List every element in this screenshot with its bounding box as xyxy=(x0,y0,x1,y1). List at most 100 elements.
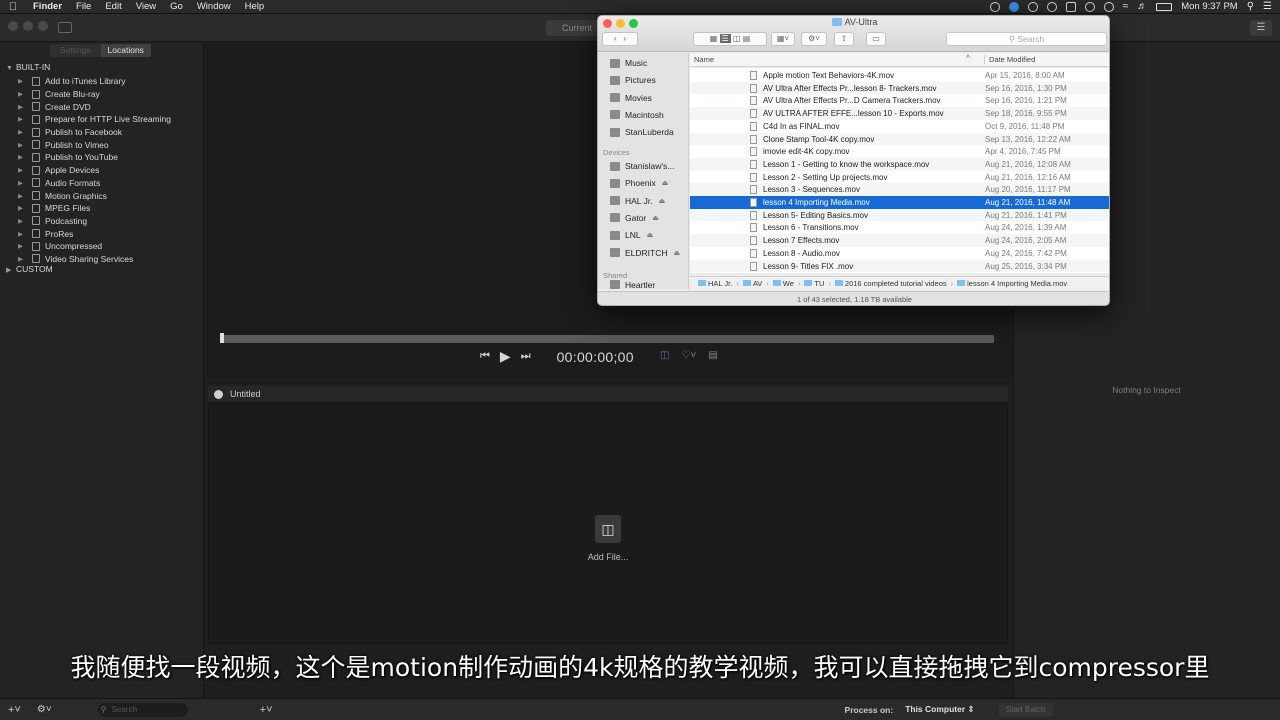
location-item[interactable]: ▶ Publish to Facebook xyxy=(18,126,204,139)
clock[interactable]: Mon 9:37 PM xyxy=(1181,1,1238,12)
action-gear-icon[interactable]: ⚙˅ xyxy=(801,32,827,46)
finder-titlebar[interactable]: AV-Ultra ‹ › ▦ ☰ ◫ ▤ ▦˅ ⚙˅ ⇧ ▭ ⚲ Search xyxy=(598,16,1109,52)
record-status-icon[interactable] xyxy=(1027,1,1038,12)
path-segment[interactable]: We xyxy=(772,279,794,288)
finder-sidebar-device[interactable]: Gator ⏏ xyxy=(610,211,659,225)
location-item[interactable]: ▶ Publish to Vimeo xyxy=(18,138,204,151)
file-row[interactable]: Lesson 3 - Sequences.mov Aug 20, 2016, 11… xyxy=(690,183,1109,196)
menu-file[interactable]: File xyxy=(69,1,98,12)
file-row[interactable]: AV Ultra After Effects Pr...lesson 8- Tr… xyxy=(690,81,1109,95)
disclosure-closed-icon[interactable]: ▶ xyxy=(18,153,32,161)
timeline-scrubber[interactable] xyxy=(220,335,994,343)
close-window-button[interactable] xyxy=(8,21,18,31)
menu-window[interactable]: Window xyxy=(190,1,238,12)
sidebar-toggle-icon[interactable] xyxy=(58,22,72,33)
disclosure-closed-icon[interactable]: ▶ xyxy=(18,217,32,225)
disclosure-closed-icon[interactable]: ▶ xyxy=(6,266,16,274)
finder-search-input[interactable]: ⚲ Search xyxy=(946,32,1107,46)
finder-sidebar-favorite[interactable]: StanLuberda xyxy=(610,125,674,139)
gear-status-icon[interactable] xyxy=(989,1,1000,12)
location-item[interactable]: ▶ Create DVD xyxy=(18,100,204,113)
back-forward-buttons[interactable]: ‹ › xyxy=(602,32,638,46)
disclosure-closed-icon[interactable]: ▶ xyxy=(18,90,32,98)
file-row[interactable]: Lesson 1 - Getting to know the workspace… xyxy=(690,157,1109,171)
file-row[interactable]: imovie edit-4K copy.mov Apr 4, 2016, 7:45… xyxy=(690,145,1109,158)
menu-edit[interactable]: Edit xyxy=(98,1,128,12)
back-icon[interactable]: ‹ xyxy=(614,34,617,43)
path-segment[interactable]: 2016 completed tutorial videos xyxy=(834,279,947,288)
location-item[interactable]: ▶ MPEG Files xyxy=(18,202,204,215)
disclosure-closed-icon[interactable]: ▶ xyxy=(18,255,32,263)
finder-sidebar-device[interactable]: Stanislaw's... xyxy=(610,159,674,173)
finder-sidebar-device[interactable]: ELDRITCH ⏏ xyxy=(610,246,680,260)
disclosure-closed-icon[interactable]: ▶ xyxy=(18,230,32,238)
location-item[interactable]: ▶ Create Blu-ray xyxy=(18,88,204,101)
column-date-modified[interactable]: Date Modified xyxy=(984,55,1035,64)
finder-sidebar-favorite[interactable]: Movies xyxy=(610,91,652,105)
sort-indicator-icon[interactable]: ˄ xyxy=(966,54,970,61)
list-view-icon[interactable]: ☰ xyxy=(719,34,731,43)
eject-icon[interactable]: ⏏ xyxy=(647,231,654,239)
file-row[interactable]: Lesson 9- Titles FIX .mov Aug 25, 2016, 3… xyxy=(690,259,1109,273)
disclosure-open-icon[interactable]: ▼ xyxy=(6,65,16,72)
path-segment[interactable]: TU xyxy=(804,279,824,288)
menu-help[interactable]: Help xyxy=(238,1,272,12)
time-machine-icon[interactable] xyxy=(1084,1,1095,12)
file-row[interactable]: lesson 4 Importing Media.mov Aug 21, 2016… xyxy=(690,196,1109,209)
location-item[interactable]: ▶ Add to iTunes Library xyxy=(18,75,204,88)
tab-locations[interactable]: Locations xyxy=(100,44,151,57)
minimize-window-button[interactable] xyxy=(23,21,33,31)
file-row[interactable]: Lesson 8 - Audio.mov Aug 24, 2016, 7:42 P… xyxy=(690,247,1109,260)
eject-icon[interactable]: ⏏ xyxy=(674,249,681,257)
file-row[interactable]: Lesson 7 Effects.mov Aug 24, 2016, 2:05 A… xyxy=(690,234,1109,247)
inspector-toggle-icon[interactable]: ☰ xyxy=(1250,20,1272,36)
location-item[interactable]: ▶ Motion Graphics xyxy=(18,189,204,202)
location-item[interactable]: ▶ Apple Devices xyxy=(18,164,204,177)
info-status-icon[interactable] xyxy=(1046,1,1057,12)
menu-view[interactable]: View xyxy=(129,1,163,12)
disclosure-closed-icon[interactable]: ▶ xyxy=(18,242,32,250)
finder-sidebar-device[interactable]: LNL ⏏ xyxy=(610,228,653,242)
spotlight-icon[interactable]: ⚲ xyxy=(1247,1,1254,12)
file-row[interactable]: Lesson 2 - Setting Up projects.mov Aug 21… xyxy=(690,171,1109,184)
add-batch-icon[interactable]: +˅ xyxy=(260,704,273,716)
location-item[interactable]: ▶ Podcasting xyxy=(18,215,204,228)
zoom-window-button[interactable] xyxy=(38,21,48,31)
finder-sidebar-shared[interactable]: Heartler xyxy=(610,280,655,289)
disclosure-closed-icon[interactable]: ▶ xyxy=(18,141,32,149)
location-item[interactable]: ▶ Audio Formats xyxy=(18,177,204,190)
settings-search-input[interactable]: ⚲ Search xyxy=(97,702,188,717)
file-row[interactable]: AV ULTRA AFTER EFFE...lesson 10 - Export… xyxy=(690,107,1109,120)
play-icon[interactable]: ▶ xyxy=(500,348,511,365)
group-custom[interactable]: ▶ CUSTOM xyxy=(6,264,53,274)
volume-icon[interactable]: ♬ xyxy=(1137,1,1147,12)
location-item[interactable]: ▶ Uncompressed xyxy=(18,240,204,253)
finder-sidebar-favorite[interactable]: Macintosh xyxy=(610,108,664,122)
finder-sidebar-device[interactable]: HAL Jr. ⏏ xyxy=(610,194,665,208)
file-row[interactable]: Lesson 5- Editing Basics.mov Aug 21, 2016… xyxy=(690,208,1109,222)
disclosure-closed-icon[interactable]: ▶ xyxy=(18,166,32,174)
location-item[interactable]: ▶ Prepare for HTTP Live Streaming xyxy=(18,113,204,126)
view-options-icon[interactable]: ♡˅ xyxy=(681,350,696,361)
playhead-handle[interactable] xyxy=(220,333,224,343)
forward-icon[interactable]: › xyxy=(623,34,626,43)
disclosure-closed-icon[interactable]: ▶ xyxy=(18,115,32,123)
sync-status-icon[interactable] xyxy=(1008,1,1019,12)
split-view-icon[interactable]: ◫ xyxy=(660,350,669,361)
battery-icon[interactable] xyxy=(1156,2,1173,11)
eject-icon[interactable]: ⏏ xyxy=(652,214,659,222)
tab-settings[interactable]: Settings xyxy=(50,44,101,57)
add-file-button[interactable]: Add File... xyxy=(560,552,656,562)
menu-go[interactable]: Go xyxy=(163,1,190,12)
wifi-icon[interactable]: ≈ xyxy=(1123,1,1129,12)
finder-sidebar-favorite[interactable]: Pictures xyxy=(610,73,656,87)
disclosure-closed-icon[interactable]: ▶ xyxy=(18,128,32,136)
start-batch-button[interactable]: Start Batch xyxy=(998,702,1053,717)
gear-icon[interactable]: ⚙˅ xyxy=(37,704,52,715)
process-on-select[interactable]: This Computer ⇕ xyxy=(905,704,974,715)
disclosure-closed-icon[interactable]: ▶ xyxy=(18,179,32,187)
file-row[interactable]: AV Ultra After Effects Pr...D Camera Tra… xyxy=(690,94,1109,107)
disclosure-closed-icon[interactable]: ▶ xyxy=(18,192,32,200)
file-row[interactable]: Clone Stamp Tool-4K copy.mov Sep 13, 2016… xyxy=(690,132,1109,146)
group-builtin[interactable]: ▼ BUILT-IN xyxy=(6,62,50,72)
